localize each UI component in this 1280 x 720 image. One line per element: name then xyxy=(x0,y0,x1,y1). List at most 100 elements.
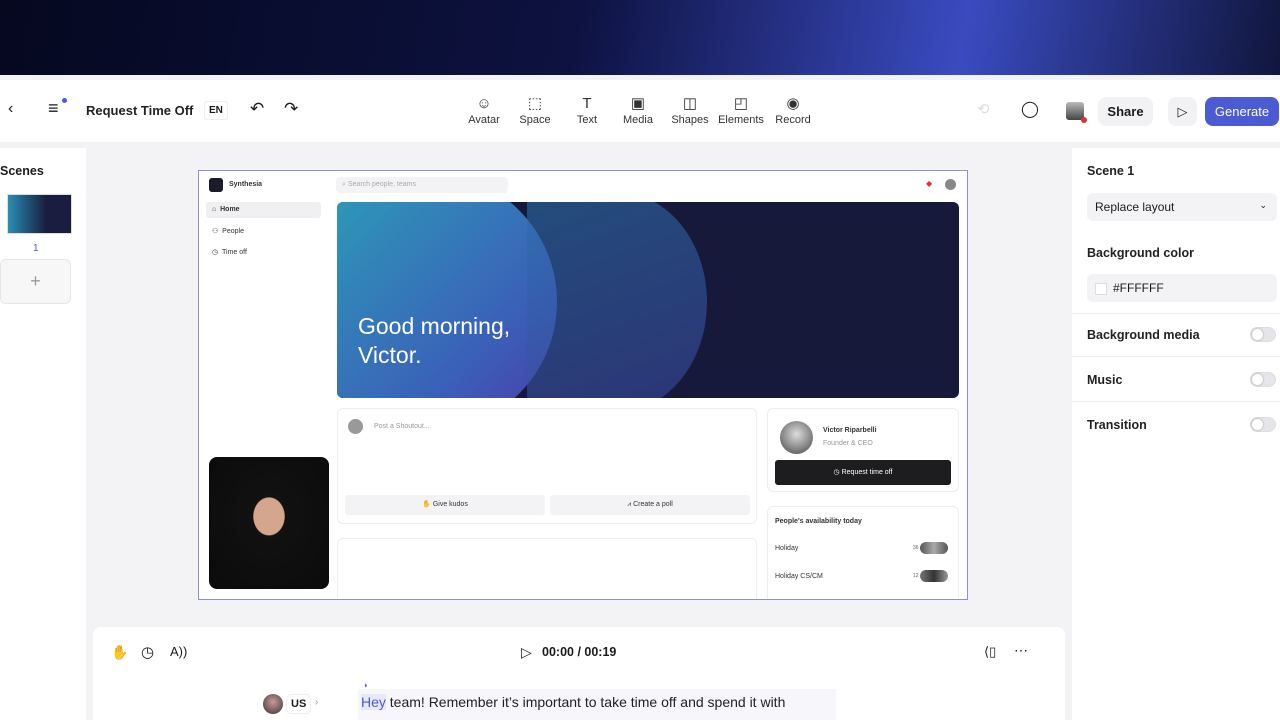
slide-avatar xyxy=(945,179,956,190)
top-banner xyxy=(0,0,1280,75)
share-button[interactable]: Share xyxy=(1098,97,1153,126)
avatar-stack xyxy=(920,570,948,582)
voice-icon[interactable]: A)) xyxy=(170,644,187,659)
nav-label: Home xyxy=(220,206,240,213)
play-icon[interactable]: ▷ xyxy=(521,644,532,661)
record-icon: ◉ xyxy=(786,95,800,112)
preview-play-button[interactable]: ▷ xyxy=(1168,97,1197,126)
user-avatar[interactable] xyxy=(1066,102,1087,123)
tool-label: Elements xyxy=(718,114,764,126)
collapse-icon[interactable]: ⟨▯ xyxy=(984,644,996,660)
feed-card xyxy=(337,538,757,599)
slide-canvas[interactable]: Synthesia ⌕ Search people, teams ◆ ⌂ Hom… xyxy=(198,170,968,600)
shoutout-card: Post a Shoutout... ✋ Give kudos ⩘ Create… xyxy=(337,408,757,524)
tool-text[interactable]: T Text xyxy=(562,94,612,126)
availability-card: People's availability today Holiday 36 H… xyxy=(767,506,959,599)
slide-search: ⌕ Search people, teams xyxy=(336,177,508,193)
chevron-right-icon[interactable]: › xyxy=(315,697,318,708)
editor-toolbar: ‹ ≡ Request Time Off EN ↶ ↷ ☺ Avatar ⬚ Spa… xyxy=(0,80,1280,142)
scene-thumbnail[interactable] xyxy=(7,194,72,234)
transition-label: Transition xyxy=(1087,418,1147,432)
profile-photo xyxy=(780,421,813,454)
space-icon: ⬚ xyxy=(527,95,543,112)
back-icon[interactable]: ‹ xyxy=(8,100,13,118)
color-swatch xyxy=(1095,282,1107,295)
text-icon: T xyxy=(582,95,592,112)
tool-avatar[interactable]: ☺ Avatar xyxy=(459,94,509,126)
nav-time-off: ◷ Time off xyxy=(212,249,247,256)
music-toggle[interactable] xyxy=(1250,372,1276,387)
search-placeholder: Search people, teams xyxy=(347,181,416,188)
comment-icon[interactable]: ◯ xyxy=(1021,99,1039,119)
color-value: #FFFFFF xyxy=(1113,281,1164,295)
highlighted-word: Hey xyxy=(361,694,386,710)
script-panel: ✋ ◷ A)) ▷ 00:00 / 00:19 ⟨▯ ⋯ US › ◗ Hey … xyxy=(93,627,1065,720)
media-icon: ▣ xyxy=(630,95,646,112)
availability-label: Holiday CS/CM xyxy=(775,573,823,580)
avatar-video[interactable] xyxy=(209,457,329,589)
properties-panel: Scene 1 Replace layout ⌄ Background color… xyxy=(1072,148,1280,720)
create-poll-button: ⩘ Create a poll xyxy=(550,495,750,515)
background-media-label: Background media xyxy=(1087,328,1200,342)
poll-label: Create a poll xyxy=(633,501,673,508)
shapes-icon: ◫ xyxy=(682,95,698,112)
greeting-line: Victor. xyxy=(358,342,422,368)
background-media-toggle[interactable] xyxy=(1250,327,1276,342)
tool-record[interactable]: ◉ Record xyxy=(768,94,818,126)
nav-home: ⌂ Home xyxy=(206,202,321,218)
tool-elements[interactable]: ◰ Elements xyxy=(716,94,766,126)
more-icon[interactable]: ⋯ xyxy=(1014,642,1028,659)
scenes-panel: Scenes 1 + xyxy=(0,148,86,720)
voice-language-badge[interactable]: US xyxy=(286,694,312,714)
script-text[interactable]: Hey team! Remember it’s important to tak… xyxy=(358,689,836,720)
pause-clock-icon[interactable]: ◷ xyxy=(141,643,154,661)
request-time-off-button: ◷ Request time off xyxy=(775,460,951,485)
tool-label: Text xyxy=(576,114,598,126)
music-label: Music xyxy=(1087,373,1123,387)
scene-title: Scene 1 xyxy=(1087,164,1135,178)
background-color-input[interactable]: #FFFFFF xyxy=(1087,274,1277,302)
availability-title: People's availability today xyxy=(775,518,862,525)
poster-avatar xyxy=(348,419,363,434)
tool-label: Avatar xyxy=(468,114,500,126)
profile-role: Founder & CEO xyxy=(823,440,873,447)
nav-label: Time off xyxy=(222,249,247,256)
add-scene-button[interactable]: + xyxy=(0,259,71,304)
tool-label: Space xyxy=(519,114,551,126)
profile-card: Victor Riparbelli Founder & CEO ◷ Reques… xyxy=(767,408,959,492)
availability-count: 12 xyxy=(913,573,919,579)
availability-count: 36 xyxy=(913,545,919,551)
nav-people: ⚇ People xyxy=(212,228,244,235)
nav-label: People xyxy=(222,228,244,235)
language-badge[interactable]: EN xyxy=(204,101,228,120)
avatar-icon: ☺ xyxy=(476,95,492,112)
tool-shapes[interactable]: ◫ Shapes xyxy=(665,94,715,126)
tool-space[interactable]: ⬚ Space xyxy=(510,94,560,126)
generate-button[interactable]: Generate xyxy=(1205,97,1279,126)
profile-name: Victor Riparbelli xyxy=(823,427,877,434)
greeting-text: Good morning, Victor. xyxy=(358,312,510,370)
time-display: 00:00 / 00:19 xyxy=(542,645,617,659)
menu-icon[interactable]: ≡ xyxy=(48,98,67,119)
notification-icon: ◆ xyxy=(926,179,933,188)
transition-toggle[interactable] xyxy=(1250,417,1276,432)
give-kudos-button: ✋ Give kudos xyxy=(345,495,545,515)
gesture-icon[interactable]: ✋ xyxy=(111,644,128,661)
chevron-down-icon: ⌄ xyxy=(1259,200,1267,210)
brand-logo xyxy=(209,178,223,192)
project-title[interactable]: Request Time Off xyxy=(86,103,193,118)
request-label: Request time off xyxy=(841,469,893,476)
background-color-label: Background color xyxy=(1087,246,1194,260)
voice-avatar[interactable] xyxy=(263,694,283,714)
tool-label: Record xyxy=(775,114,811,126)
redo-icon[interactable]: ↷ xyxy=(284,99,298,119)
script-body: team! Remember it’s important to take ti… xyxy=(385,694,786,710)
tool-media[interactable]: ▣ Media xyxy=(613,94,663,126)
greeting-banner: Good morning, Victor. xyxy=(337,202,959,398)
avatar-stack xyxy=(920,542,948,554)
scene-number: 1 xyxy=(33,243,39,254)
brand-name: Synthesia xyxy=(229,181,263,188)
undo-icon[interactable]: ↶ xyxy=(250,99,264,119)
replace-layout-dropdown[interactable]: Replace layout ⌄ xyxy=(1087,193,1277,221)
kudos-label: Give kudos xyxy=(432,501,468,508)
